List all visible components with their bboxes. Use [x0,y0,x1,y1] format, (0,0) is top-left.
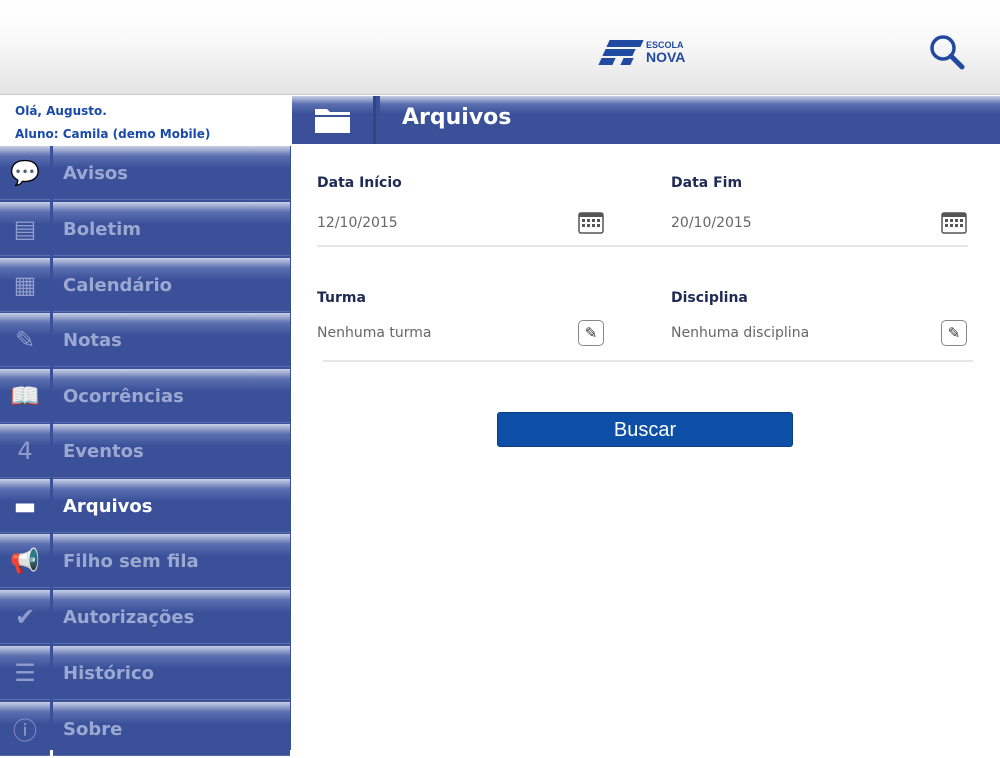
sidebar-item-label: Eventos [53,424,290,478]
page-header: Arquivos [292,96,1000,144]
sidebar-item-eventos[interactable]: 4 Eventos [0,424,291,478]
sidebar-item-autorizações[interactable]: ✔ Autorizações [0,590,291,644]
sidebar-item-avisos[interactable]: 💬 Avisos [0,146,291,200]
calendar-icon: ▦ [0,258,50,312]
sidebar-item-calendário[interactable]: ▦ Calendário [0,258,291,312]
search-icon[interactable] [928,33,968,73]
book-icon: 📖 [0,369,50,423]
sidebar-item-label: Notas [53,313,290,367]
page-title: Arquivos [380,96,1000,144]
sidebar-item-notas[interactable]: ✎ Notas [0,313,291,367]
user-greeting: Olá, Augusto. Aluno: Camila (demo Mobile… [0,96,290,146]
calendar-icon[interactable] [578,210,604,234]
end-date-field[interactable]: 20/10/2015 [671,215,752,231]
info-icon: ⓘ [0,702,50,756]
sidebar-item-label: Sobre [53,702,290,756]
start-date-label: Data Início [317,175,402,191]
top-bar: ESCOLA NOVA [0,0,1000,95]
pencil-icon: ✎ [584,324,598,342]
student-text: Aluno: Camila (demo Mobile) [15,127,211,141]
sidebar-item-label: Avisos [53,146,290,200]
class-field[interactable]: Nenhuma turma [317,325,431,341]
sidebar-item-sobre[interactable]: ⓘ Sobre [0,702,291,756]
search-button[interactable]: Buscar [497,412,793,447]
pencil-icon: ✎ [947,324,961,342]
escola-nova-logo: ESCOLA NOVA [598,34,686,70]
divider [317,245,968,247]
list-document-icon: ☰ [0,646,50,700]
sidebar-item-label: Boletim [53,202,290,256]
folder-icon: ▬ [0,479,50,533]
sidebar-item-filho-sem-fila[interactable]: 📢 Filho sem fila [0,534,291,588]
event-calendar-icon: 4 [0,424,50,478]
logo-line2: NOVA [646,48,686,65]
sidebar-item-label: Histórico [53,646,290,700]
note-edit-icon: ✎ [0,313,50,367]
greeting-text: Olá, Augusto. [15,104,107,118]
header-folder-icon [292,96,376,144]
sidebar-item-histórico[interactable]: ☰ Histórico [0,646,291,700]
sidebar-item-label: Autorizações [53,590,290,644]
sidebar-item-ocorrências[interactable]: 📖 Ocorrências [0,369,291,423]
divider [323,360,973,362]
calendar-icon[interactable] [941,210,967,234]
sidebar-item-label: Ocorrências [53,369,290,423]
megaphone-icon: 📢 [0,534,50,588]
sidebar-item-label: Calendário [53,258,290,312]
sidebar-item-arquivos[interactable]: ▬ Arquivos [0,479,291,533]
end-date-label: Data Fim [671,175,743,191]
edit-class-button[interactable]: ✎ [578,320,604,346]
sidebar: 💬 Avisos ▤ Boletim ▦ Calendário ✎ Notas 📖 Ocorrên… [0,146,291,756]
chat-icon: 💬 [0,146,50,200]
document-icon: ▤ [0,202,50,256]
start-date-field[interactable]: 12/10/2015 [317,215,398,231]
sidebar-item-boletim[interactable]: ▤ Boletim [0,202,291,256]
checkmark-icon: ✔ [0,590,50,644]
subject-field[interactable]: Nenhuma disciplina [671,325,809,341]
class-label: Turma [317,290,366,306]
sidebar-item-label: Arquivos [53,479,290,533]
subject-label: Disciplina [671,290,748,306]
sidebar-item-label: Filho sem fila [53,534,290,588]
logo-mark-icon [598,34,644,70]
edit-subject-button[interactable]: ✎ [941,320,967,346]
